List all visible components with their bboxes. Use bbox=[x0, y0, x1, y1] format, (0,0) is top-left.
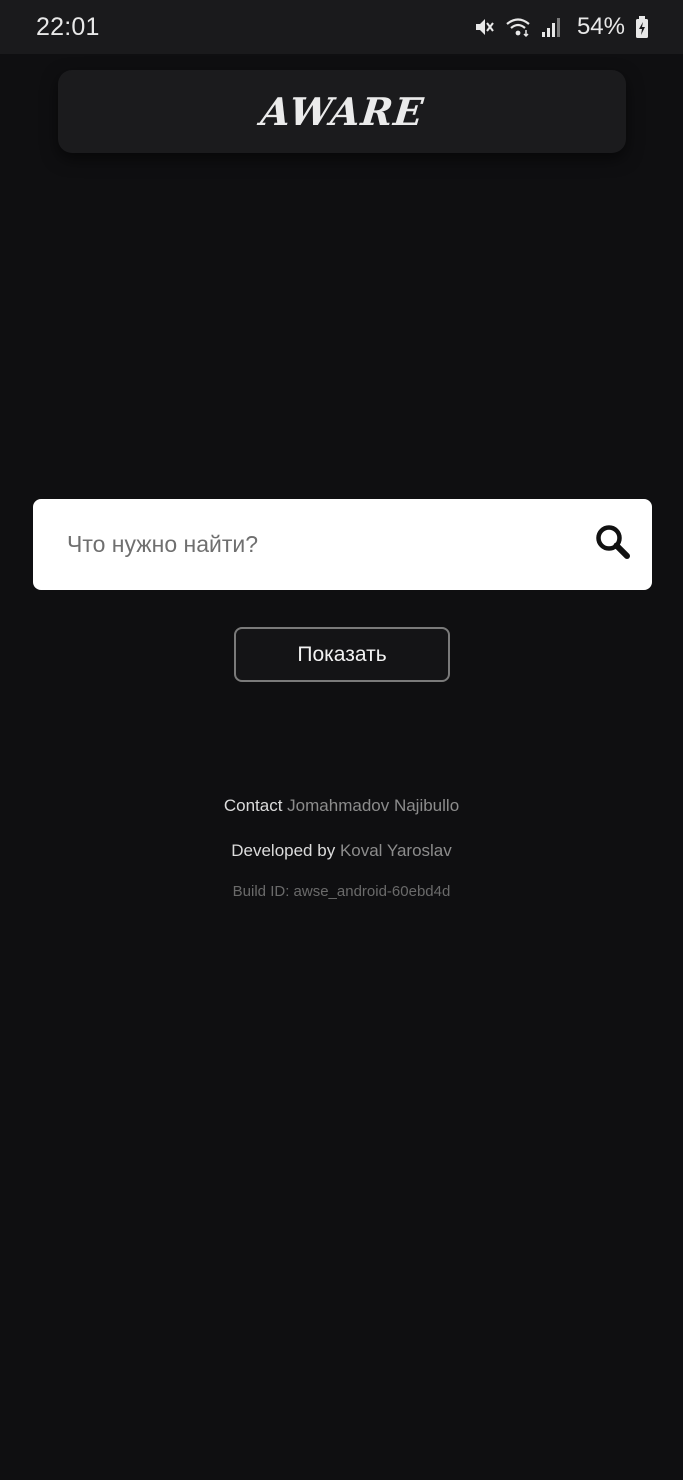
wifi-icon bbox=[505, 16, 531, 38]
battery-percent: 54% bbox=[576, 13, 625, 40]
search-input[interactable] bbox=[67, 531, 594, 558]
contact-line: Contact Jomahmadov Najibullo bbox=[0, 795, 683, 817]
battery-icon bbox=[635, 16, 649, 38]
footer: Contact Jomahmadov Najibullo Developed b… bbox=[0, 795, 683, 900]
contact-name-link[interactable]: Jomahmadov Najibullo bbox=[287, 796, 459, 815]
status-bar: 22:01 54% bbox=[0, 0, 683, 54]
mute-icon bbox=[473, 16, 495, 38]
developer-name-link[interactable]: Koval Yaroslav bbox=[340, 841, 452, 860]
search-icon[interactable] bbox=[594, 523, 632, 566]
signal-icon bbox=[541, 16, 561, 38]
search-bar[interactable] bbox=[33, 499, 652, 590]
status-time: 22:01 bbox=[36, 12, 100, 41]
status-icons: 54% bbox=[473, 13, 649, 41]
build-id: Build ID: awse_android-60ebd4d bbox=[232, 883, 451, 900]
header-bar: AWARE bbox=[58, 70, 626, 153]
developed-by-label: Developed by bbox=[231, 841, 336, 860]
contact-label: Contact bbox=[223, 796, 283, 815]
developer-line: Developed by Koval Yaroslav bbox=[0, 840, 683, 862]
app-logo: AWARE bbox=[258, 89, 426, 134]
show-button[interactable]: Показать bbox=[234, 627, 450, 682]
